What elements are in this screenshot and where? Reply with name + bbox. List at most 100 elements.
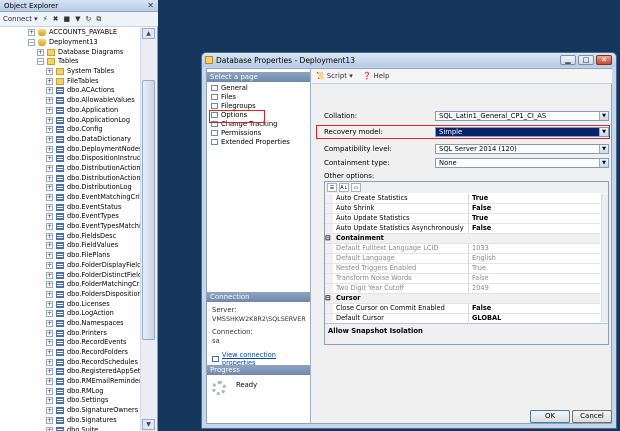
expand-icon[interactable]: + xyxy=(46,310,53,318)
expand-icon[interactable]: + xyxy=(46,368,53,376)
tree-item[interactable]: + dbo.Licenses xyxy=(0,299,140,309)
tree-scroll-thumb[interactable] xyxy=(142,80,155,340)
tree-item[interactable]: + dbo.FolderDistinctFields xyxy=(0,270,140,280)
tree-item[interactable]: + dbo.EventStatus xyxy=(0,202,140,212)
tree-item[interactable]: − Deployment13 xyxy=(0,38,140,48)
tree-item[interactable]: + dbo.Namespaces xyxy=(0,319,140,329)
option-value[interactable]: False xyxy=(469,204,491,213)
option-row[interactable]: Nested Triggers Enabled True xyxy=(325,264,600,274)
expand-icon[interactable]: + xyxy=(37,48,44,56)
chevron-down-icon[interactable]: ▼ xyxy=(599,112,608,120)
tree-item[interactable]: + dbo.EventTypes xyxy=(0,212,140,222)
tree-item[interactable]: + dbo.FolderMatchingCrit xyxy=(0,280,140,290)
expand-icon[interactable]: + xyxy=(46,232,53,240)
page-item-extended-properties[interactable]: Extended Properties xyxy=(207,137,310,146)
option-row[interactable]: Close Cursor on Commit Enabled False xyxy=(325,304,600,314)
expand-icon[interactable]: + xyxy=(46,213,53,221)
option-value[interactable]: True xyxy=(469,214,488,223)
tree-item[interactable]: + dbo.DistributionActions xyxy=(0,173,140,183)
cancel-button[interactable]: Cancel xyxy=(572,410,612,423)
expand-icon[interactable]: + xyxy=(46,319,53,327)
option-row[interactable]: Two Digit Year Cutoff 2049 xyxy=(325,284,600,294)
tree-item[interactable]: + FileTables xyxy=(0,76,140,86)
compatibility-level-select[interactable]: SQL Server 2014 (120) ▼ xyxy=(435,144,609,154)
option-value[interactable]: False xyxy=(469,304,491,313)
option-value[interactable]: True xyxy=(469,264,486,273)
close-icon[interactable]: ✕ xyxy=(147,1,154,10)
option-row[interactable]: Default Language English xyxy=(325,254,600,264)
expand-icon[interactable]: + xyxy=(46,397,53,405)
option-row[interactable]: Default Cursor GLOBAL xyxy=(325,314,600,322)
tree-item[interactable]: + dbo.EventMatchingCrite xyxy=(0,193,140,203)
scroll-up-icon[interactable]: ▲ xyxy=(142,28,155,39)
alphabetical-icon[interactable]: A↓ xyxy=(339,183,349,192)
tree-item[interactable]: + dbo.RMEmailReminderS xyxy=(0,377,140,387)
expand-icon[interactable]: + xyxy=(46,164,53,172)
tree-item[interactable]: + dbo.FolderDisplayFields xyxy=(0,261,140,271)
scroll-down-icon[interactable]: ▼ xyxy=(142,419,155,430)
collapse-icon[interactable]: − xyxy=(28,39,35,47)
tree-item[interactable]: + Database Diagrams xyxy=(0,47,140,57)
option-row[interactable]: Auto Update Statistics Asynchronously Fal… xyxy=(325,224,600,234)
connect-db-icon[interactable]: ⚡ xyxy=(43,15,48,23)
expand-icon[interactable]: + xyxy=(46,116,53,124)
option-value[interactable]: GLOBAL xyxy=(469,314,501,322)
option-value[interactable]: True xyxy=(469,194,488,203)
expand-icon[interactable]: + xyxy=(28,29,35,37)
tree-item[interactable]: + dbo.DispositionInstructio xyxy=(0,154,140,164)
collapse-icon[interactable]: ⊟ xyxy=(325,234,333,243)
minimize-button[interactable]: ▁ xyxy=(560,55,576,65)
tree-item[interactable]: + dbo.LogAction xyxy=(0,309,140,319)
tree-item[interactable]: + dbo.Settings xyxy=(0,396,140,406)
expand-icon[interactable]: + xyxy=(46,77,53,85)
tree-item[interactable]: + dbo.Suite xyxy=(0,425,140,431)
grid-scrollbar[interactable] xyxy=(601,194,608,322)
expand-icon[interactable]: + xyxy=(46,339,53,347)
option-value[interactable]: 1033 xyxy=(469,244,489,253)
connect-button[interactable]: Connect ▾ xyxy=(3,15,38,23)
property-pages-icon[interactable]: ▭ xyxy=(351,183,361,192)
expand-icon[interactable]: + xyxy=(46,329,53,337)
expand-icon[interactable]: + xyxy=(46,416,53,424)
help-button[interactable]: ❓ Help xyxy=(363,72,390,80)
tree-item[interactable]: + dbo.SignatureOwners xyxy=(0,406,140,416)
expand-icon[interactable]: + xyxy=(46,145,53,153)
tree-item[interactable]: + dbo.FilePlans xyxy=(0,251,140,261)
page-item-permissions[interactable]: Permissions xyxy=(207,128,310,137)
expand-icon[interactable]: + xyxy=(46,203,53,211)
tree-item[interactable]: + dbo.FieldsDesc xyxy=(0,231,140,241)
script-button[interactable]: 📜 Script ▾ xyxy=(316,72,353,80)
expand-icon[interactable]: + xyxy=(46,358,53,366)
disconnect-icon[interactable]: ✖ xyxy=(53,15,59,23)
expand-icon[interactable]: + xyxy=(46,281,53,289)
tree-item[interactable]: + dbo.ACActions xyxy=(0,86,140,96)
tree-item[interactable]: + dbo.Printers xyxy=(0,328,140,338)
page-item-filegroups[interactable]: Filegroups xyxy=(207,101,310,110)
option-value[interactable]: English xyxy=(469,254,496,263)
expand-icon[interactable]: + xyxy=(46,387,53,395)
collapse-icon[interactable]: ⊟ xyxy=(325,294,333,303)
option-row[interactable]: Transform Noise Words False xyxy=(325,274,600,284)
expand-icon[interactable]: + xyxy=(46,97,53,105)
refresh-icon[interactable]: ↻ xyxy=(86,15,92,23)
chevron-down-icon[interactable]: ▼ xyxy=(599,159,608,167)
containment-type-select[interactable]: None ▼ xyxy=(435,158,609,168)
activity-monitor-icon[interactable]: ⧉ xyxy=(96,15,101,24)
expand-icon[interactable]: + xyxy=(46,252,53,260)
option-value[interactable]: False xyxy=(469,224,491,233)
recovery-model-select[interactable]: Simple ▼ xyxy=(435,127,609,137)
tree-item[interactable]: + dbo.Config xyxy=(0,125,140,135)
expand-icon[interactable]: + xyxy=(46,290,53,298)
expand-icon[interactable]: + xyxy=(46,407,53,415)
expand-icon[interactable]: + xyxy=(46,126,53,134)
expand-icon[interactable]: + xyxy=(46,135,53,143)
expand-icon[interactable]: + xyxy=(46,155,53,163)
expand-icon[interactable]: + xyxy=(46,223,53,231)
ok-button[interactable]: OK xyxy=(530,410,570,423)
expand-icon[interactable]: + xyxy=(46,174,53,182)
expand-icon[interactable]: + xyxy=(46,242,53,250)
expand-icon[interactable]: + xyxy=(46,87,53,95)
tree-item[interactable]: + dbo.RecordEvents xyxy=(0,338,140,348)
maximize-button[interactable]: □ xyxy=(578,55,594,65)
option-category[interactable]: ⊟ Containment xyxy=(325,234,600,244)
